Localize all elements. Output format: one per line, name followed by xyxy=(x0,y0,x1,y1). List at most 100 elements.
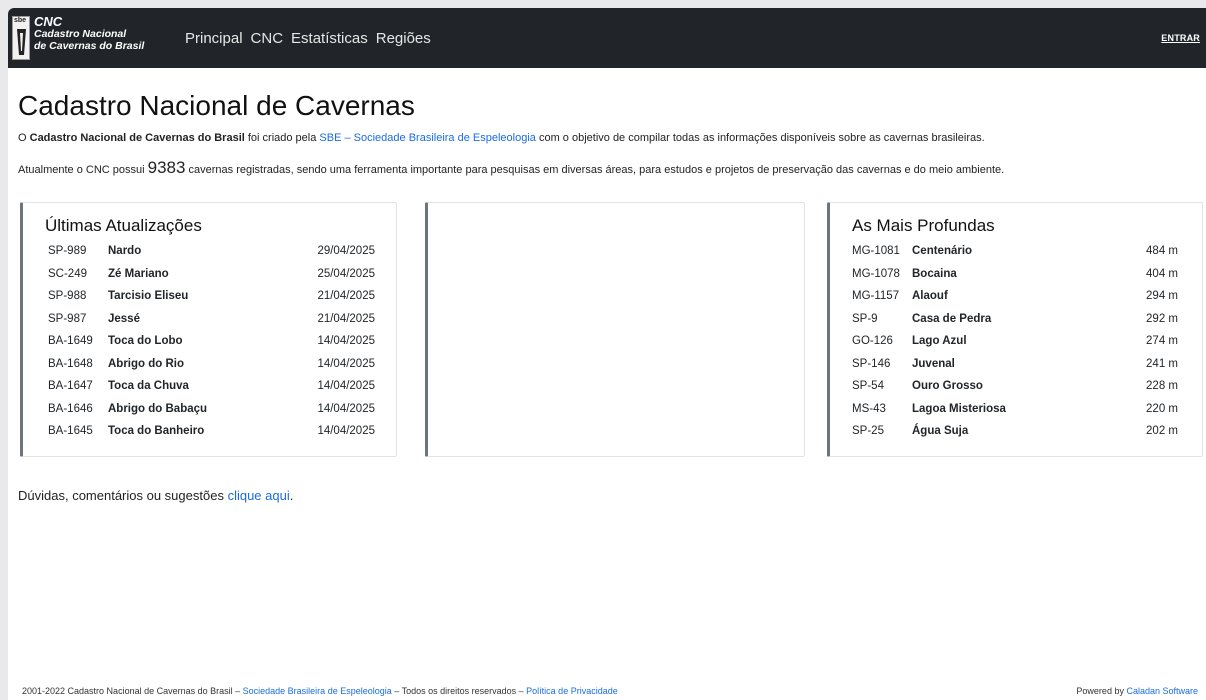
cave-code: SC-249 xyxy=(48,267,87,280)
browser-page: sbe CNC Cadastro Nacional de Cavernas do… xyxy=(8,8,1206,700)
nav-link-regioes[interactable]: Regiões xyxy=(376,30,431,47)
cave-name: Casa de Pedra xyxy=(912,312,992,325)
intro-mid: foi criado pela xyxy=(244,132,320,144)
stats-prefix: Atualmente o CNC possui xyxy=(18,164,148,176)
nav-link-estatisticas[interactable]: Estatísticas xyxy=(291,30,368,47)
cave-depth: 274 m xyxy=(1146,335,1178,348)
cave-code: MG-1157 xyxy=(852,290,900,303)
cave-depth: 292 m xyxy=(1146,312,1178,325)
cave-code: MS-43 xyxy=(852,402,886,415)
cave-name: Ouro Grosso xyxy=(912,380,983,393)
cave-name: Juvenal xyxy=(912,357,955,370)
cave-code: BA-1645 xyxy=(48,425,93,438)
stats-suffix: cavernas registradas, sendo uma ferramen… xyxy=(185,164,1005,176)
cave-code: SP-25 xyxy=(852,425,884,438)
contact-text: Dúvidas, comentários ou sugestões xyxy=(18,488,228,503)
page-title: Cadastro Nacional de Cavernas xyxy=(18,90,415,121)
deepest-row[interactable]: MG-1157 Alaouf 294 m xyxy=(852,285,1178,308)
cave-name: Jessé xyxy=(108,312,140,325)
main-content: Cadastro Nacional de Cavernas O Cadastro… xyxy=(8,68,1206,503)
intro-paragraph: O Cadastro Nacional de Cavernas do Brasi… xyxy=(18,132,1196,144)
footer-copyright: 2001-2022 Cadastro Nacional de Cavernas … xyxy=(22,686,618,696)
deepest-caves-list: MG-1081 Centenário 484 m MG-1078 Bocaina 404 … xyxy=(852,240,1178,443)
cave-name: Toca do Lobo xyxy=(108,335,183,348)
cave-depth: 484 m xyxy=(1146,245,1178,258)
logo-line1: Cadastro Nacional xyxy=(34,28,127,40)
deepest-row[interactable]: MG-1081 Centenário 484 m xyxy=(852,240,1178,263)
footer-mid: – Todos os direitos reservados – xyxy=(391,686,527,696)
update-row[interactable]: SP-988 Tarcisio Eliseu 21/04/2025 xyxy=(48,285,375,308)
deepest-row[interactable]: SP-9 Casa de Pedra 292 m xyxy=(852,308,1178,331)
intro-prefix: O xyxy=(18,132,30,144)
nav-link-cnc[interactable]: CNC xyxy=(251,30,284,47)
cave-name: Toca do Banheiro xyxy=(108,425,205,438)
update-row[interactable]: BA-1645 Toca do Banheiro 14/04/2025 xyxy=(48,420,375,443)
sbe-link[interactable]: SBE – Sociedade Brasileira de Espeleolog… xyxy=(319,132,535,144)
cave-name: Nardo xyxy=(108,245,142,258)
intro-bold: Cadastro Nacional de Cavernas do Brasil xyxy=(29,132,245,144)
nav-links: Principal CNC Estatísticas Regiões xyxy=(185,30,431,47)
update-row[interactable]: BA-1649 Toca do Lobo 14/04/2025 xyxy=(48,330,375,353)
cave-depth: 228 m xyxy=(1146,380,1178,393)
nav-link-principal[interactable]: Principal xyxy=(185,30,243,47)
cave-count: 9383 xyxy=(147,158,186,177)
cave-depth: 220 m xyxy=(1146,402,1178,415)
update-row[interactable]: BA-1647 Toca da Chuva 14/04/2025 xyxy=(48,375,375,398)
cave-code: GO-126 xyxy=(852,335,893,348)
cave-code: SP-988 xyxy=(48,290,87,303)
contact-line: Dúvidas, comentários ou sugestões clique… xyxy=(18,488,1196,503)
update-row[interactable]: BA-1648 Abrigo do Rio 14/04/2025 xyxy=(48,353,375,376)
footer-prefix: 2001-2022 Cadastro Nacional de Cavernas … xyxy=(22,686,243,696)
cave-code: SP-54 xyxy=(852,380,884,393)
update-date: 29/04/2025 xyxy=(317,245,375,258)
update-date: 14/04/2025 xyxy=(317,357,375,370)
logo[interactable]: sbe CNC Cadastro Nacional de Cavernas do… xyxy=(12,14,167,62)
deepest-row[interactable]: SP-25 Água Suja 202 m xyxy=(852,420,1178,443)
cave-name: Lago Azul xyxy=(912,335,967,348)
contact-end: . xyxy=(289,488,294,503)
update-row[interactable]: SC-249 Zé Mariano 25/04/2025 xyxy=(48,263,375,286)
login-button[interactable]: ENTRAR xyxy=(1161,33,1200,43)
cave-name: Água Suja xyxy=(912,425,969,438)
update-date: 14/04/2025 xyxy=(317,402,375,415)
update-row[interactable]: SP-989 Nardo 29/04/2025 xyxy=(48,240,375,263)
powered-prefix: Powered by xyxy=(1076,686,1127,696)
cave-code: MG-1081 xyxy=(852,245,900,258)
cave-depth: 202 m xyxy=(1146,425,1178,438)
deepest-row[interactable]: GO-126 Lago Azul 274 m xyxy=(852,330,1178,353)
cave-code: SP-146 xyxy=(852,357,891,370)
cave-name: Tarcisio Eliseu xyxy=(108,290,189,303)
cave-code: BA-1646 xyxy=(48,402,93,415)
cave-name: Centenário xyxy=(912,245,973,258)
cave-code: SP-987 xyxy=(48,312,87,325)
stats-paragraph: Atualmente o CNC possui 9383 cavernas re… xyxy=(18,158,1196,178)
logo-title: CNC xyxy=(34,14,63,29)
deepest-row[interactable]: SP-146 Juvenal 241 m xyxy=(852,353,1178,376)
cave-depth: 294 m xyxy=(1146,290,1178,303)
contact-link[interactable]: clique aqui xyxy=(228,488,290,503)
caladan-link[interactable]: Caladan Software xyxy=(1126,686,1198,696)
cave-code: SP-989 xyxy=(48,245,87,258)
deepest-row[interactable]: SP-54 Ouro Grosso 228 m xyxy=(852,375,1178,398)
panels: Últimas Atualizações SP-989 Nardo 29/04/20… xyxy=(18,202,1203,458)
update-date: 21/04/2025 xyxy=(317,290,375,303)
footer-sbe-link[interactable]: Sociedade Brasileira de Espeleologia xyxy=(243,686,392,696)
logo-line2: de Cavernas do Brasil xyxy=(34,39,145,52)
update-row[interactable]: SP-987 Jessé 21/04/2025 xyxy=(48,308,375,331)
update-date: 14/04/2025 xyxy=(317,380,375,393)
update-row[interactable]: BA-1646 Abrigo do Babaçu 14/04/2025 xyxy=(48,398,375,421)
cave-name: Lagoa Misteriosa xyxy=(912,402,1006,415)
footer-powered-by: Powered by Caladan Software xyxy=(1076,686,1198,696)
privacy-policy-link[interactable]: Política de Privacidade xyxy=(526,686,618,696)
deepest-row[interactable]: MG-1078 Bocaina 404 m xyxy=(852,263,1178,286)
cave-name: Abrigo do Babaçu xyxy=(108,402,208,415)
navbar: sbe CNC Cadastro Nacional de Cavernas do… xyxy=(8,8,1206,68)
update-date: 25/04/2025 xyxy=(317,267,375,280)
middle-panel xyxy=(425,202,805,457)
deepest-row[interactable]: MS-43 Lagoa Misteriosa 220 m xyxy=(852,398,1178,421)
deepest-caves-title: As Mais Profundas xyxy=(852,216,995,235)
cave-name: Bocaina xyxy=(912,267,957,280)
intro-suffix: com o objetivo de compilar todas as info… xyxy=(535,132,985,144)
update-date: 21/04/2025 xyxy=(317,312,375,325)
cave-name: Alaouf xyxy=(912,290,948,303)
